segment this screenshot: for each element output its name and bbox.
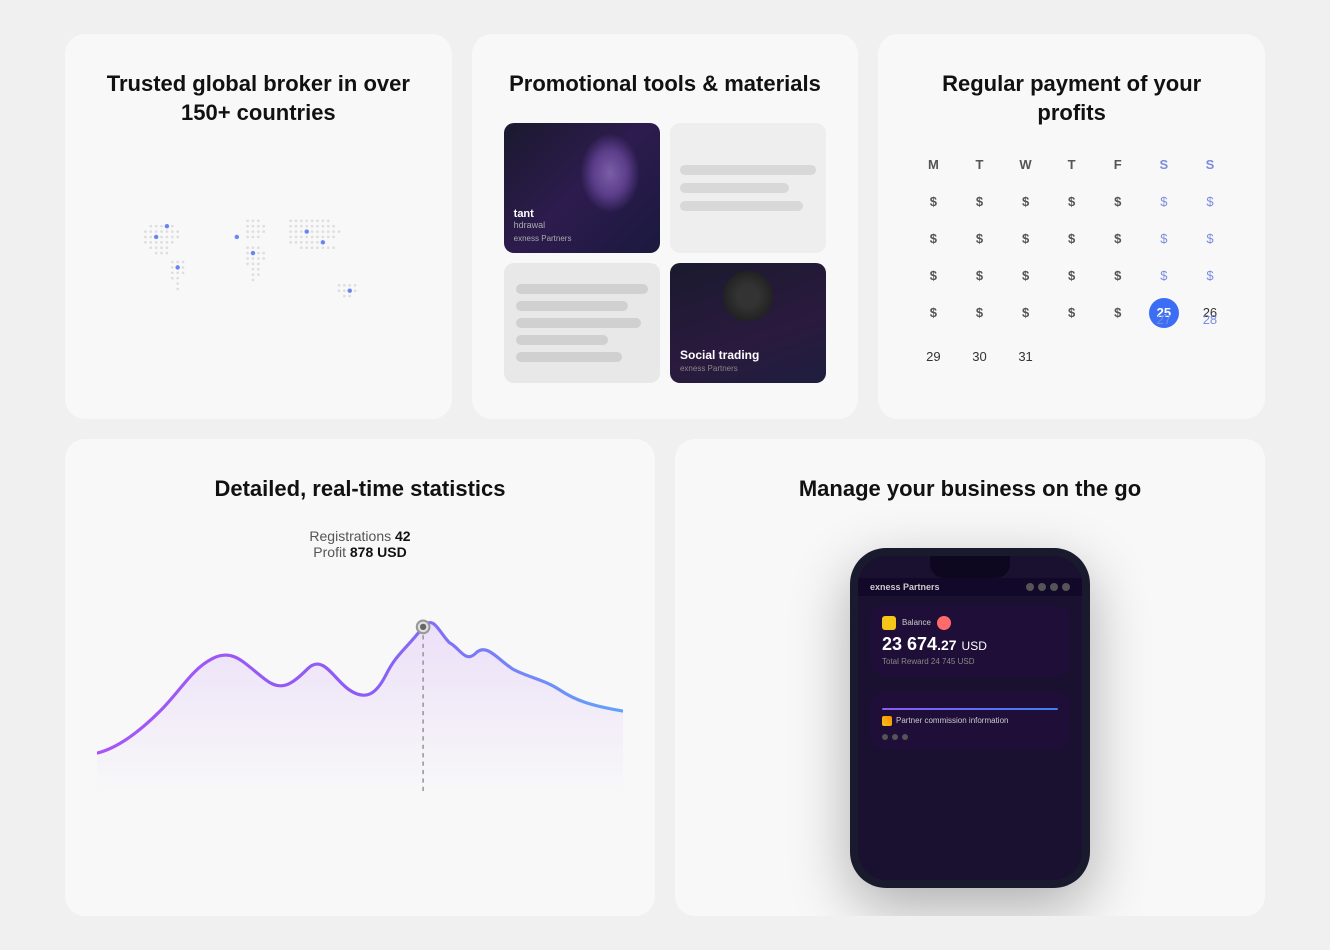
card-calendar: Regular payment of your profits M T W T …: [878, 34, 1265, 419]
amount-main: 23 674: [882, 634, 937, 654]
total-reward: Total Reward 24 745 USD: [882, 657, 1058, 666]
phone-content: Balance 23 674.27 USD Total Reward 24 74…: [858, 596, 1082, 760]
promo-banner-sub: hdrawal: [514, 220, 650, 230]
bottom-row: Detailed, real-time statistics Registrat…: [65, 439, 1265, 916]
phone-device: exness Partners Balance: [850, 548, 1090, 888]
card4-title: Detailed, real-time statistics: [97, 475, 623, 504]
promo-banner-main: tant hdrawal exness Partners: [504, 123, 660, 253]
cal-day-s1: S: [1141, 151, 1187, 178]
balance-label: Balance: [902, 618, 931, 627]
social-trading-label: Social trading: [680, 348, 816, 362]
dot-2: [892, 734, 898, 740]
phone-brand-text: exness Partners: [870, 582, 940, 592]
promo-line-2: [680, 183, 789, 193]
stats-info: Registrations 42 Profit 878 USD: [97, 528, 623, 560]
promo-line-3: [680, 201, 803, 211]
page-wrapper: Trusted global broker in over 150+ count…: [65, 4, 1265, 946]
cal-row-5: 29 30 31: [910, 341, 1233, 372]
commission-text: Partner commission information: [896, 716, 1008, 725]
profit-label: Profit: [313, 544, 346, 560]
top-row: Trusted global broker in over 150+ count…: [65, 34, 1265, 419]
bottom-line-1: [516, 284, 648, 294]
balance-label-row: Balance: [882, 616, 1058, 630]
promo-banner-text: tant: [514, 208, 650, 220]
promo-lines: [670, 123, 826, 253]
bottom-line-2: [516, 301, 628, 311]
registrations-label: Registrations: [309, 528, 391, 544]
cal-day-t2: T: [1049, 151, 1095, 178]
cal-row-4b: 27 28: [910, 304, 1233, 335]
phone-screen: exness Partners Balance: [858, 556, 1082, 880]
status-icon-1: [1026, 583, 1034, 591]
commission-label: Partner commission information: [882, 716, 1058, 726]
phone-notch: [930, 556, 1010, 578]
map-dots-svg: [97, 151, 420, 391]
bottom-line-4: [516, 335, 609, 345]
promo-line-1: [680, 165, 816, 175]
dots-row: [882, 734, 1058, 740]
status-icon-3: [1050, 583, 1058, 591]
card-mobile: Manage your business on the go exness Pa…: [675, 439, 1265, 916]
amount-decimal: .27: [937, 637, 956, 653]
registrations-value: 42: [395, 528, 411, 544]
chart-fill: [97, 622, 623, 795]
promo-grid: tant hdrawal exness Partners: [504, 123, 827, 383]
card5-title: Manage your business on the go: [799, 475, 1141, 504]
commission-icon: [882, 716, 892, 726]
chart-dot-inner: [420, 624, 426, 630]
balance-icon: [882, 616, 896, 630]
status-icon-4: [1062, 583, 1070, 591]
cal-day-s2: S: [1187, 151, 1233, 178]
amount-display: 23 674.27 USD: [882, 634, 1058, 655]
dot-3: [902, 734, 908, 740]
profit-value: 878 USD: [350, 544, 407, 560]
chart-container: [97, 580, 623, 800]
social-logo: exness Partners: [680, 364, 816, 373]
calendar: M T W T F S S $ $ $ $ $ $ $: [910, 151, 1233, 372]
phone-status-bar: exness Partners: [858, 578, 1082, 596]
world-map: [97, 151, 420, 391]
card-statistics: Detailed, real-time statistics Registrat…: [65, 439, 655, 916]
phone-status-icons: [1026, 583, 1070, 591]
status-icon-2: [1038, 583, 1046, 591]
bottom-line-5: [516, 352, 622, 362]
phone-amount: 23 674.27 USD: [882, 634, 987, 654]
card-trusted-broker: Trusted global broker in over 150+ count…: [65, 34, 452, 419]
promo-banner-logo: exness Partners: [514, 234, 650, 243]
cal-row-2: $ $ $ $ $ $ $: [910, 223, 1233, 254]
cal-day-t1: T: [956, 151, 1002, 178]
cal-day-m: M: [910, 151, 956, 178]
bottom-line-3: [516, 318, 642, 328]
purple-line: [882, 708, 1058, 710]
promo-bottom-left: [504, 263, 660, 383]
cal-day-w: W: [1003, 151, 1049, 178]
reward-icon: [937, 616, 951, 630]
calendar-header: M T W T F S S: [910, 151, 1233, 178]
card-promo-tools: Promotional tools & materials tant hdraw…: [472, 34, 859, 419]
amount-currency: USD: [962, 639, 987, 653]
commission-section: Partner commission information: [870, 692, 1070, 750]
cal-day-f: F: [1095, 151, 1141, 178]
stats-chart: [97, 580, 623, 800]
card3-title: Regular payment of your profits: [910, 70, 1233, 127]
dot-1: [882, 734, 888, 740]
cal-row-3: $ $ $ $ $ $ $: [910, 260, 1233, 291]
promo-social-card: Social trading exness Partners: [670, 263, 826, 383]
card1-title: Trusted global broker in over 150+ count…: [97, 70, 420, 127]
card2-title: Promotional tools & materials: [504, 70, 827, 99]
cal-row-1: $ $ $ $ $ $ $: [910, 186, 1233, 217]
balance-section: Balance 23 674.27 USD Total Reward 24 74…: [870, 606, 1070, 676]
